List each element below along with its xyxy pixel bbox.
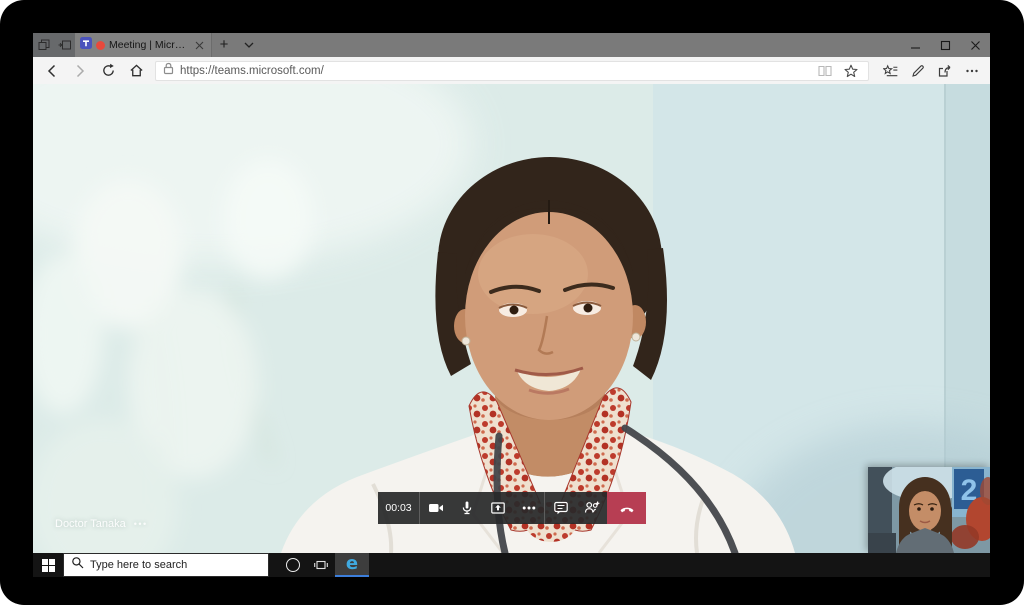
chat-button[interactable]	[545, 492, 576, 524]
edge-taskbar-button[interactable]: e	[335, 553, 369, 577]
back-button[interactable]	[38, 57, 66, 84]
screen-share-button[interactable]	[482, 492, 513, 524]
browser-tab-bar: Meeting | Microsoft +	[33, 33, 990, 57]
task-view-button[interactable]	[307, 553, 335, 577]
start-icon	[42, 559, 55, 572]
search-input[interactable]	[90, 559, 261, 571]
share-icon[interactable]	[931, 57, 958, 84]
meeting-stage: Doctor Tanaka ••• 00:03	[33, 84, 990, 553]
recording-dot-icon	[96, 41, 105, 50]
remote-video	[33, 84, 990, 553]
hub-favorites-icon[interactable]	[877, 57, 904, 84]
tab-title: Meeting | Microsoft	[109, 39, 188, 51]
tab-list-chevron-icon[interactable]	[236, 33, 262, 57]
add-participant-button[interactable]	[576, 492, 607, 524]
windows-taskbar: e	[33, 553, 990, 577]
taskbar-search[interactable]	[63, 553, 269, 577]
microphone-button[interactable]	[451, 492, 482, 524]
minimize-button[interactable]	[900, 33, 930, 57]
screen: Meeting | Microsoft +	[33, 33, 990, 577]
edge-icon: e	[346, 555, 358, 573]
home-button[interactable]	[122, 57, 150, 84]
browser-tab[interactable]: Meeting | Microsoft	[75, 33, 212, 57]
video-camera-button[interactable]	[420, 492, 451, 524]
new-tab-button[interactable]: +	[212, 33, 236, 57]
participant-label: Doctor Tanaka •••	[55, 518, 148, 530]
participant-more-icon[interactable]: •••	[134, 519, 148, 529]
task-view-icon	[314, 559, 328, 571]
refresh-button[interactable]	[94, 57, 122, 84]
tab-actions-group	[33, 33, 75, 57]
tab-bar-spacer	[262, 33, 900, 57]
window-controls	[900, 33, 990, 57]
taskbar-empty-area	[369, 553, 990, 577]
address-bar[interactable]: https://teams.microsoft.com/	[155, 61, 869, 81]
call-timer: 00:03	[378, 492, 419, 524]
set-aside-tabs-icon[interactable]	[33, 33, 54, 57]
more-options-icon[interactable]	[958, 57, 985, 84]
tab-close-icon[interactable]	[192, 33, 206, 57]
self-view-video: 2	[868, 467, 990, 553]
hang-up-button[interactable]	[607, 492, 646, 524]
cortana-button[interactable]	[279, 553, 307, 577]
start-button[interactable]	[33, 553, 63, 577]
participant-name: Doctor Tanaka	[55, 518, 126, 530]
self-view[interactable]: 2	[868, 467, 990, 553]
maximize-button[interactable]	[930, 33, 960, 57]
cortana-icon	[286, 558, 300, 572]
search-icon	[71, 556, 84, 574]
device-frame: Meeting | Microsoft +	[0, 0, 1024, 605]
browser-toolbar: https://teams.microsoft.com/	[33, 57, 990, 84]
tab-preview-icon[interactable]	[54, 33, 75, 57]
lock-icon	[163, 62, 174, 80]
more-options-button[interactable]	[513, 492, 544, 524]
reading-view-icon[interactable]	[815, 62, 835, 80]
web-notes-pen-icon[interactable]	[904, 57, 931, 84]
call-controls-bar: 00:03	[378, 492, 646, 524]
forward-button[interactable]	[66, 57, 94, 84]
close-button[interactable]	[960, 33, 990, 57]
favorite-star-icon[interactable]	[841, 62, 861, 80]
url-text: https://teams.microsoft.com/	[180, 65, 324, 77]
teams-favicon-icon	[80, 36, 92, 54]
